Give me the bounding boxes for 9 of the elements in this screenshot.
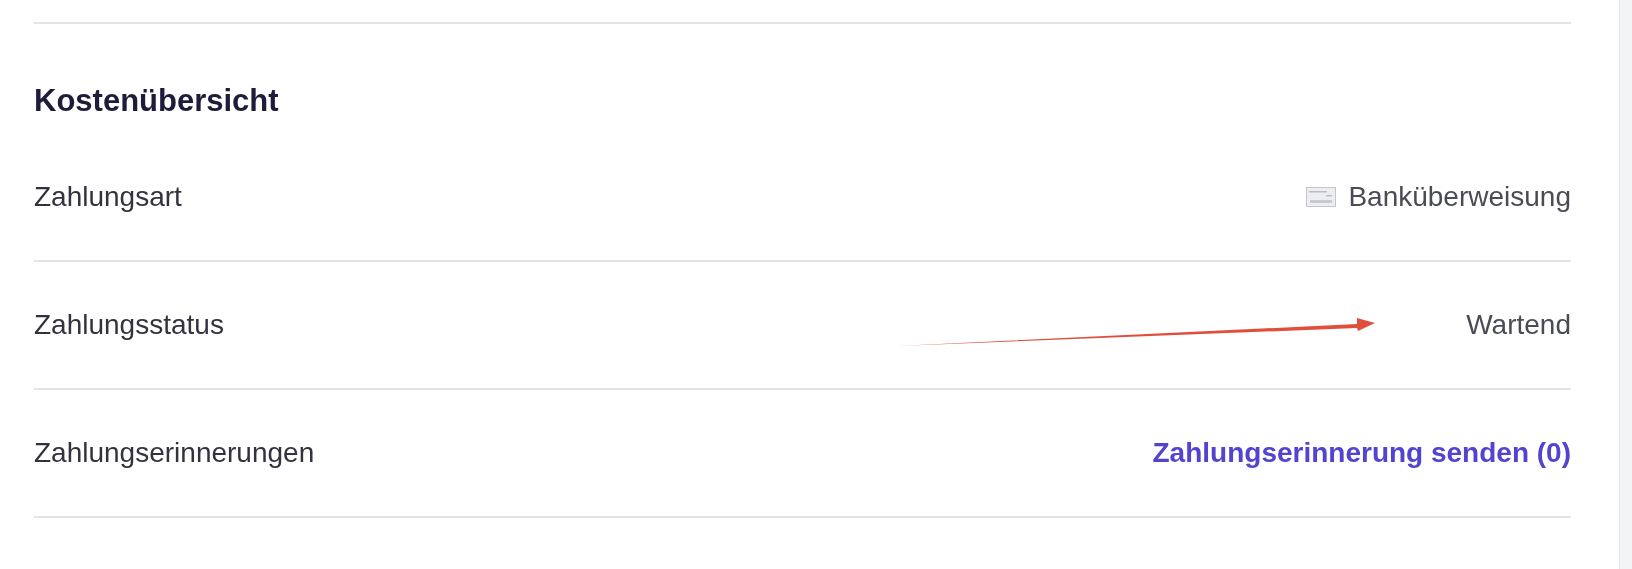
scrollbar-track[interactable] <box>1619 0 1632 569</box>
row-label: Zahlungsart <box>34 181 182 213</box>
row-label: Zahlungserinnerungen <box>34 437 315 469</box>
bank-card-icon <box>1306 187 1337 207</box>
section-title: Kostenübersicht <box>34 82 280 120</box>
send-reminder-link[interactable]: Zahlungserinnerung senden (0) <box>1152 437 1571 469</box>
row-label: Zahlungsstatus <box>34 309 224 341</box>
row-value: Banküberweisung <box>1348 181 1571 213</box>
row-value: Wartend <box>1466 309 1571 341</box>
